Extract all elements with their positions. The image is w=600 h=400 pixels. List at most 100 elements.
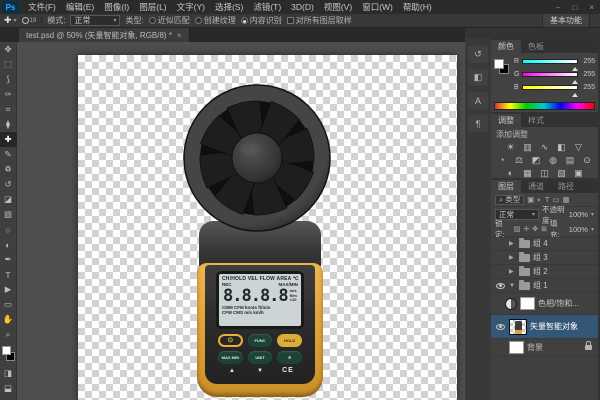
vibrance-icon[interactable]: ▽	[572, 141, 585, 153]
tab-swatches[interactable]: 色板	[521, 40, 551, 53]
active-tool-icon[interactable]: ✚ ▾	[4, 15, 17, 26]
brightness-contrast-icon[interactable]: ☀	[504, 141, 517, 153]
invert-icon[interactable]: ◐	[504, 167, 517, 179]
opacity-caret-icon[interactable]: ▾	[591, 211, 594, 218]
tab-color[interactable]: 颜色	[491, 40, 521, 53]
tab-close-icon[interactable]: ×	[177, 31, 182, 40]
radio-content-aware[interactable]: 内容识别	[241, 15, 282, 26]
tab-paths[interactable]: 路径	[551, 180, 581, 193]
foreground-color-chip[interactable]	[494, 59, 504, 69]
menu-filter[interactable]: 滤镜(T)	[248, 1, 286, 13]
collapse-triangle-icon[interactable]: ▶	[509, 254, 516, 261]
layer-thumbnail[interactable]	[509, 319, 527, 335]
color-balance-icon[interactable]: ⚖	[513, 154, 526, 166]
color-spectrum-ramp[interactable]	[494, 102, 595, 110]
canvas-pasteboard[interactable]: CH/HOLD VEL FLOW AREA ℃ REC MAX/MIN 8.8.…	[17, 42, 465, 400]
sample-all-layers-checkbox[interactable]: 对所有图层取样	[287, 15, 352, 26]
fill-value[interactable]: 100%	[569, 225, 588, 234]
layer-row-group2[interactable]: ▶ 组 2	[491, 265, 598, 279]
tab-styles[interactable]: 样式	[521, 114, 551, 127]
menu-type[interactable]: 文字(Y)	[172, 1, 210, 13]
opacity-value[interactable]: 100%	[569, 210, 588, 219]
dodge-tool[interactable]: ◐	[0, 237, 17, 252]
visibility-toggle[interactable]	[494, 283, 506, 289]
levels-icon[interactable]: ▥	[521, 141, 534, 153]
move-tool[interactable]: ✥	[0, 42, 17, 57]
close-button[interactable]: ×	[583, 3, 600, 12]
lock-transparency-icon[interactable]: ▨	[514, 225, 521, 233]
collapse-triangle-icon[interactable]: ▶	[509, 240, 516, 247]
path-selection-tool[interactable]: ▶	[0, 282, 17, 297]
red-value[interactable]: 255	[581, 58, 595, 65]
curves-icon[interactable]: ∿	[538, 141, 551, 153]
eraser-tool[interactable]: ◪	[0, 192, 17, 207]
brush-tool[interactable]: ✎	[0, 147, 17, 162]
pixel-filter-icon[interactable]: ▣	[527, 195, 534, 204]
pen-tool[interactable]: ✒	[0, 252, 17, 267]
radio-create-texture[interactable]: 创建纹理	[195, 15, 236, 26]
layer-mask-thumbnail[interactable]	[520, 297, 535, 310]
layer-filter-type-select[interactable]: ⌕ 类型	[495, 195, 524, 205]
lock-position-icon[interactable]: ✥	[532, 225, 538, 233]
menu-view[interactable]: 视图(V)	[319, 1, 357, 13]
menu-layer[interactable]: 图层(L)	[134, 1, 171, 13]
minimize-button[interactable]: –	[550, 3, 566, 12]
green-slider[interactable]	[522, 72, 578, 77]
selective-color-icon[interactable]: ▣	[572, 167, 585, 179]
lasso-tool[interactable]: ⟆	[0, 72, 17, 87]
restore-button[interactable]: □	[566, 3, 583, 12]
gradient-map-icon[interactable]: ▧	[555, 167, 568, 179]
quick-selection-tool[interactable]: ✑	[0, 87, 17, 102]
layer-row-hue-saturation[interactable]: 色相/饱和...	[491, 293, 598, 315]
gradient-tool[interactable]: ▧	[0, 207, 17, 222]
hue-saturation-icon[interactable]: ◔	[496, 154, 509, 166]
hand-tool[interactable]: ✋	[0, 312, 17, 327]
blue-slider[interactable]	[522, 85, 578, 90]
crop-tool[interactable]: ⌗	[0, 102, 17, 117]
photo-filter-icon[interactable]: ◍	[547, 154, 560, 166]
quick-mask-button[interactable]: ◨	[0, 366, 17, 381]
layer-row-group1[interactable]: ▼ 组 1	[491, 279, 598, 293]
shape-tool[interactable]: ▭	[0, 297, 17, 312]
paragraph-panel-button[interactable]: ¶	[468, 115, 488, 132]
threshold-icon[interactable]: ◫	[538, 167, 551, 179]
foreground-color-swatch[interactable]	[2, 346, 11, 355]
blend-mode-select[interactable]: 正常 ▾	[70, 15, 120, 26]
layer-row-vector-smart-object[interactable]: 矢量智能对象	[491, 315, 598, 339]
eyedropper-tool[interactable]: ⧫	[0, 117, 17, 132]
radio-proximity-match[interactable]: 近似匹配	[149, 15, 190, 26]
black-white-icon[interactable]: ◩	[530, 154, 543, 166]
lock-pixels-icon[interactable]: ✛	[523, 225, 529, 233]
workspace-switcher-button[interactable]: 基本功能	[542, 13, 590, 28]
clone-stamp-tool[interactable]: ♽	[0, 162, 17, 177]
document-canvas[interactable]: CH/HOLD VEL FLOW AREA ℃ REC MAX/MIN 8.8.…	[78, 55, 457, 400]
layer-row-group3[interactable]: ▶ 组 3	[491, 251, 598, 265]
history-brush-tool[interactable]: ↺	[0, 177, 17, 192]
layer-thumbnail[interactable]	[509, 341, 524, 354]
green-value[interactable]: 255	[581, 71, 595, 78]
menu-file[interactable]: 文件(F)	[23, 1, 61, 13]
collapse-triangle-icon[interactable]: ▶	[509, 268, 516, 275]
properties-panel-button[interactable]: ◧	[468, 69, 488, 86]
channel-mixer-icon[interactable]: ▤	[564, 154, 577, 166]
menu-select[interactable]: 选择(S)	[210, 1, 248, 13]
document-tab[interactable]: test.psd @ 50% (矢量智能对象, RGB/8) * ×	[19, 28, 190, 42]
expand-triangle-icon[interactable]: ▼	[509, 283, 516, 289]
blue-value[interactable]: 255	[581, 84, 595, 91]
history-panel-button[interactable]: ↺	[468, 46, 488, 63]
screen-mode-button[interactable]: ⬓	[0, 381, 17, 396]
spot-healing-brush-tool[interactable]: ✚	[0, 132, 17, 147]
marquee-tool[interactable]: ⬚	[0, 57, 17, 72]
blur-tool[interactable]: ○	[0, 222, 17, 237]
menu-image[interactable]: 图像(I)	[99, 1, 134, 13]
layer-row-group4[interactable]: ▶ 组 4	[491, 237, 598, 251]
zoom-tool[interactable]: ⌕	[0, 327, 17, 342]
tab-channels[interactable]: 通道	[521, 180, 551, 193]
red-slider[interactable]	[522, 59, 578, 64]
brush-preset-picker[interactable]: 19	[22, 17, 37, 24]
menu-help[interactable]: 帮助(H)	[398, 1, 437, 13]
visibility-toggle[interactable]	[494, 324, 506, 330]
tab-layers[interactable]: 图层	[491, 180, 521, 193]
posterize-icon[interactable]: ▦	[521, 167, 534, 179]
type-tool[interactable]: T	[0, 267, 17, 282]
